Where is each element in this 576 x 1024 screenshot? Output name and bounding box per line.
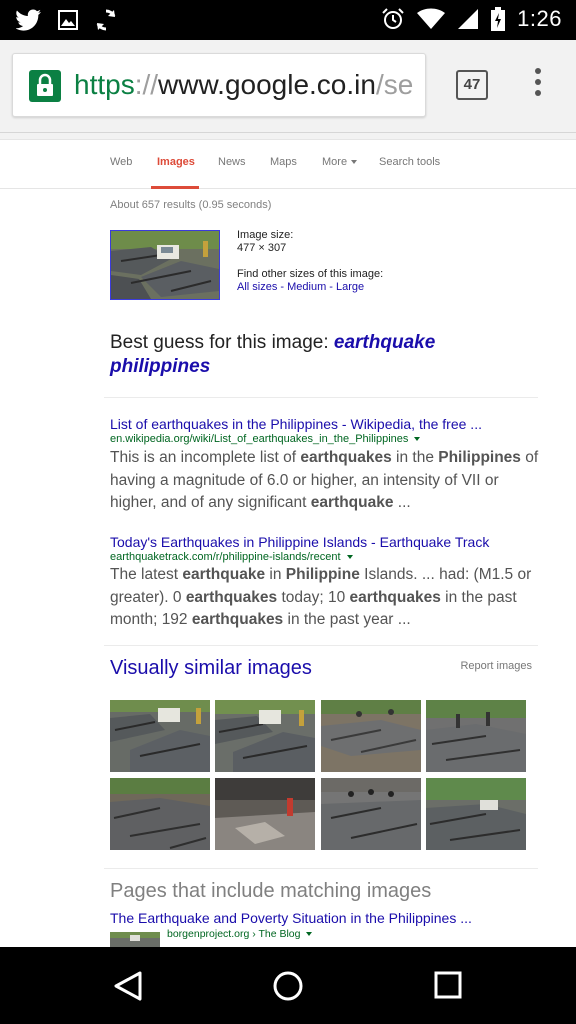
tab-images[interactable]: Images — [157, 156, 195, 168]
results-stats: About 657 results (0.95 seconds) — [110, 199, 272, 211]
tab-switcher-button[interactable]: 47 — [456, 70, 488, 100]
similar-image[interactable] — [215, 778, 315, 850]
pages-section-title: Pages that include matching images — [110, 880, 432, 902]
best-guess-label: Best guess for this image: — [110, 332, 334, 353]
battery-charging-icon — [491, 7, 506, 31]
snippet-highlight: earthquake — [310, 494, 394, 511]
medium-size-link[interactable]: Medium — [287, 281, 326, 293]
similar-image[interactable] — [321, 700, 421, 772]
tab-news[interactable]: News — [218, 156, 246, 168]
similar-image[interactable] — [426, 778, 526, 850]
visually-similar-title[interactable]: Visually similar images — [110, 657, 312, 680]
tab-more-label: More — [322, 156, 348, 168]
similar-image[interactable] — [321, 778, 421, 850]
snippet-highlight: Philippine — [285, 566, 360, 583]
result-url-text: earthquaketrack.com/r/philippine-islands… — [110, 551, 341, 563]
result-url-text: en.wikipedia.org/wiki/List_of_earthquake… — [110, 433, 409, 445]
clock: 1:26 — [517, 6, 562, 31]
snippet-highlight: Philippines — [438, 449, 521, 466]
url-separator: :// — [134, 69, 159, 100]
size-links: All sizes - Medium - Large — [237, 281, 383, 294]
other-sizes-label: Find other sizes of this image: — [237, 268, 384, 280]
page-result-title-link[interactable]: The Earthquake and Poverty Situation in … — [110, 910, 472, 926]
chevron-down-icon — [351, 160, 358, 165]
image-size-value: 477 × 307 — [237, 242, 287, 254]
back-icon[interactable] — [112, 969, 146, 1003]
url-path: /se — [375, 69, 414, 100]
search-tabs: Web Images News Maps More Search tools — [0, 139, 576, 189]
result-snippet: The latest earthquake in Philippine Isla… — [110, 564, 540, 632]
android-navigation-bar — [0, 947, 576, 1024]
large-size-link[interactable]: Large — [336, 281, 364, 293]
snippet-text: This is an incomplete list of — [110, 449, 301, 466]
twitter-icon — [16, 9, 41, 31]
browser-toolbar: https://www.google.co.in/se 47 — [0, 40, 576, 133]
overflow-menu-icon[interactable] — [530, 68, 546, 102]
alarm-icon — [382, 8, 404, 29]
url-host: www.google.co.in — [158, 69, 376, 100]
caret-down-icon[interactable] — [306, 932, 313, 937]
signal-icon — [458, 9, 479, 29]
url-scheme: https — [74, 69, 135, 100]
size-separator: - — [326, 281, 337, 293]
snippet-highlight: earthquakes — [185, 588, 278, 606]
caret-down-icon[interactable] — [346, 555, 353, 560]
snippet-text: in the — [391, 449, 439, 466]
tab-web[interactable]: Web — [110, 156, 132, 168]
best-guess: Best guess for this image: earthquake ph… — [110, 331, 530, 379]
caret-down-icon[interactable] — [414, 437, 421, 442]
page-result-url: borgenproject.org › The Blog — [167, 928, 313, 940]
snippet-text: in — [265, 566, 286, 583]
search-results-page: Web Images News Maps More Search tools A… — [0, 133, 576, 947]
wifi-icon — [417, 8, 446, 29]
similar-image[interactable] — [215, 700, 315, 772]
result-url: en.wikipedia.org/wiki/List_of_earthquake… — [110, 433, 421, 445]
similar-image[interactable] — [110, 700, 210, 772]
divider — [104, 397, 538, 398]
tab-more[interactable]: More — [322, 156, 358, 168]
snippet-text: ... — [393, 494, 411, 511]
all-sizes-link[interactable]: All sizes — [237, 281, 277, 293]
tab-maps[interactable]: Maps — [270, 156, 297, 168]
gallery-icon — [58, 10, 78, 30]
result-title-link[interactable]: List of earthquakes in the Philippines -… — [110, 416, 482, 432]
result-url: earthquaketrack.com/r/philippine-islands… — [110, 551, 353, 563]
snippet-text: today; 10 — [277, 588, 350, 606]
tab-search-tools[interactable]: Search tools — [379, 156, 440, 168]
query-image-thumbnail[interactable] — [110, 230, 220, 300]
home-icon[interactable] — [271, 969, 305, 1003]
url-bar[interactable]: https://www.google.co.in/se — [12, 53, 426, 117]
status-bar: 1:26 — [0, 0, 576, 40]
similar-image[interactable] — [426, 700, 526, 772]
snippet-highlight: earthquakes — [300, 449, 392, 466]
snippet-highlight: earthquakes — [191, 611, 284, 628]
report-images-link[interactable]: Report images — [460, 660, 532, 672]
active-tab-indicator — [151, 186, 199, 189]
divider — [104, 868, 538, 869]
divider — [104, 645, 538, 646]
snippet-highlight: earthquakes — [349, 588, 441, 606]
result-title-link[interactable]: Today's Earthquakes in Philippine Island… — [110, 534, 489, 550]
result-snippet: This is an incomplete list of earthquake… — [110, 447, 540, 515]
snippet-text: in the past year ... — [283, 611, 411, 628]
sync-icon — [96, 9, 116, 31]
page-result-thumbnail[interactable] — [110, 932, 160, 947]
image-size-info: Image size: 477 × 307 Find other sizes o… — [237, 229, 383, 294]
url-text: https://www.google.co.in/se — [74, 69, 413, 101]
recents-icon[interactable] — [432, 969, 464, 1001]
snippet-highlight: earthquake — [182, 566, 266, 583]
page-result-url-text: borgenproject.org › The Blog — [167, 928, 301, 940]
lock-icon — [29, 70, 61, 102]
similar-image[interactable] — [110, 778, 210, 850]
size-separator: - — [277, 281, 288, 293]
snippet-text: The latest — [110, 566, 183, 583]
image-size-label: Image size: — [237, 229, 294, 241]
